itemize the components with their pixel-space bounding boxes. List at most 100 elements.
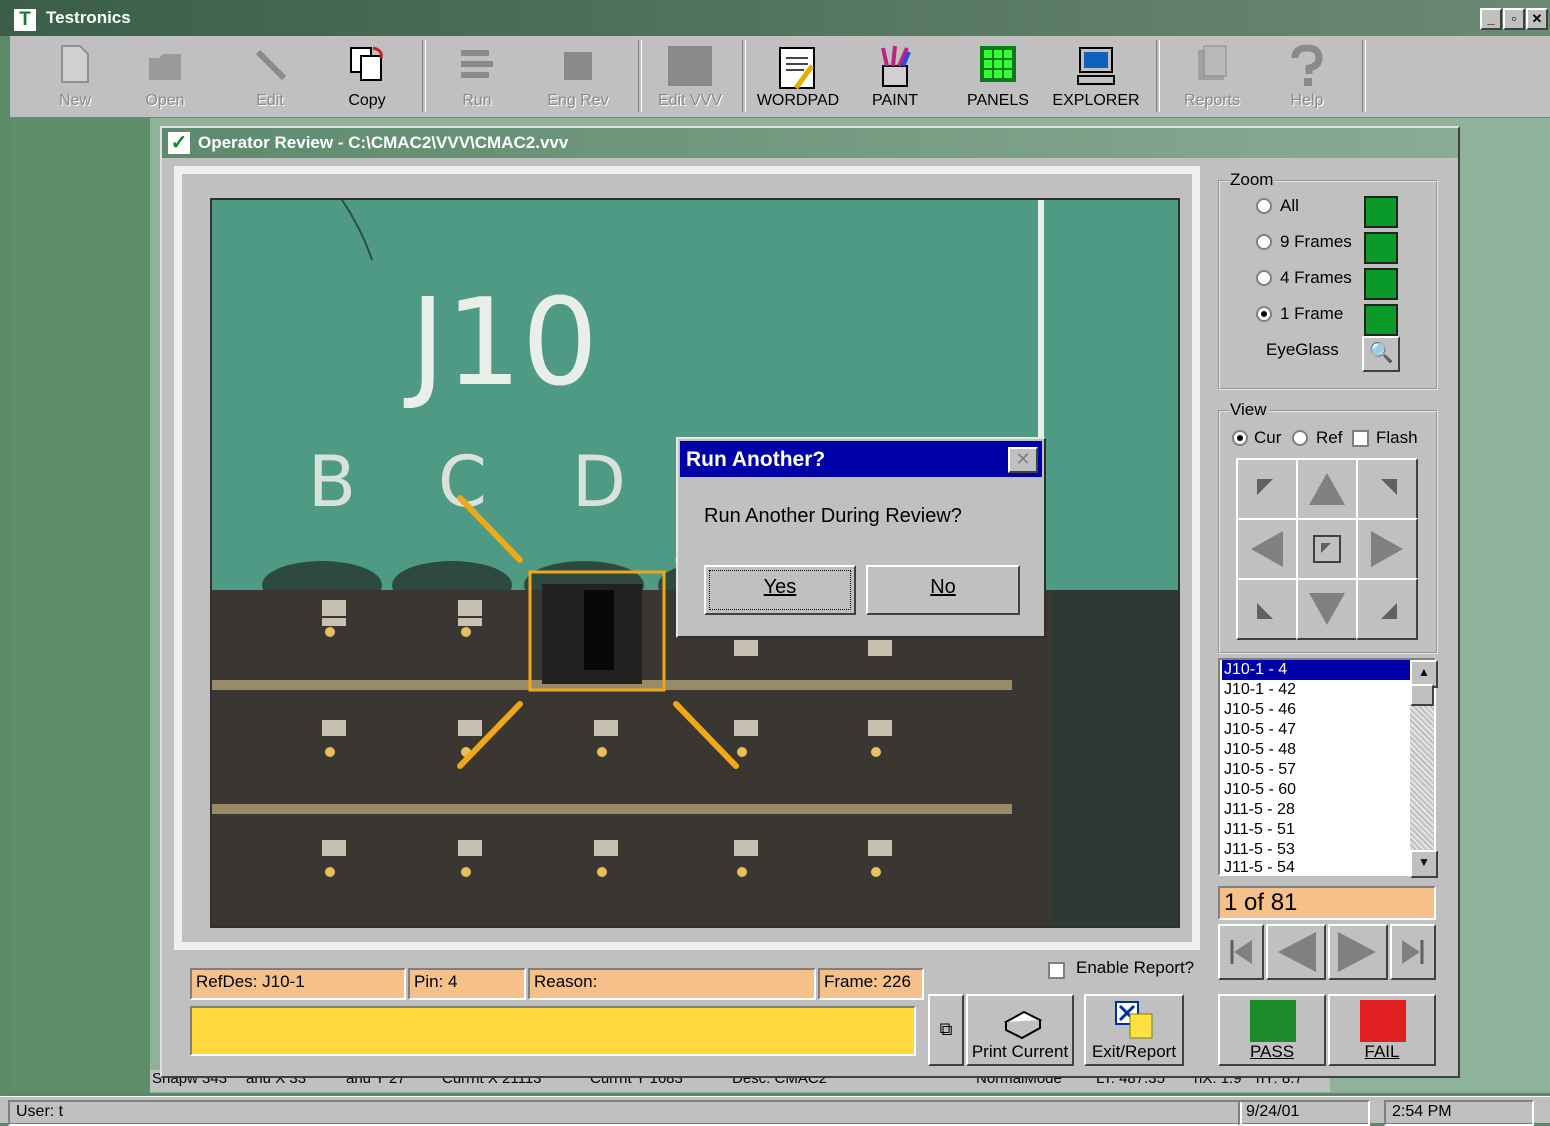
view-cur-radio[interactable] [1232, 430, 1248, 446]
new-button[interactable]: New [40, 36, 110, 116]
edit-button[interactable]: Edit [235, 36, 305, 116]
exit-report-icon [1115, 1001, 1153, 1039]
wordpad-icon [779, 47, 815, 90]
list-item[interactable]: J10-1 - 4 [1222, 660, 1412, 680]
dialog-message: Run Another During Review? [704, 505, 962, 527]
list-item[interactable]: J10-5 - 48 [1222, 740, 1412, 760]
pass-button[interactable]: PASS [1218, 994, 1326, 1066]
pan-down-button[interactable] [1296, 578, 1358, 640]
eng-rev-icon [564, 52, 592, 80]
last-record-button[interactable] [1390, 924, 1436, 980]
zoom-1-frame-label: 1 Frame [1280, 304, 1344, 323]
first-record-button[interactable] [1218, 924, 1264, 980]
checkmark-icon: ✓ [168, 132, 190, 154]
dialog-title-bar: Run Another? ✕ [680, 441, 1042, 477]
zoom-group: Zoom All 9 Frames 4 Frames 1 Frame EyeGl… [1218, 170, 1438, 390]
pan-left-button[interactable] [1236, 518, 1298, 580]
review-title: Operator Review - C:\CMAC2\VVV\CMAC2.vvv [198, 133, 569, 152]
zoom-4-frames-icon[interactable] [1364, 268, 1398, 300]
refdes-field: RefDes: J10-1 [190, 968, 406, 1000]
status-user: User: t [8, 1100, 1242, 1126]
zoom-all-radio[interactable] [1256, 198, 1272, 214]
next-record-button[interactable] [1328, 924, 1388, 980]
list-item[interactable]: J10-5 - 60 [1222, 780, 1412, 800]
pan-right-button[interactable] [1356, 518, 1418, 580]
print-current-button[interactable]: Print Current [966, 994, 1074, 1066]
panels-icon [980, 46, 1016, 82]
pan-up-left-button[interactable] [1236, 458, 1298, 520]
no-button[interactable]: No [866, 565, 1020, 615]
comment-input[interactable] [190, 1006, 916, 1056]
zoom-all-icon[interactable] [1364, 196, 1398, 228]
arrow-down-left-icon [1257, 603, 1273, 619]
exit-report-button[interactable]: Exit/Report [1084, 994, 1184, 1066]
run-icon [461, 50, 493, 78]
list-scrollbar[interactable]: ▲ ▼ [1410, 660, 1438, 878]
zoom-1-frame-radio[interactable] [1256, 306, 1272, 322]
pan-up-right-button[interactable] [1356, 458, 1418, 520]
dialog-close-icon[interactable]: ✕ [1008, 447, 1038, 473]
eyeglass-icon[interactable]: 🔍 [1362, 336, 1400, 372]
zoom-1-frame-icon[interactable] [1364, 304, 1398, 336]
list-item[interactable]: J10-5 - 57 [1222, 760, 1412, 780]
edit-wand-icon [255, 49, 287, 81]
list-item[interactable]: J10-1 - 42 [1222, 680, 1412, 700]
list-item[interactable]: J10-5 - 46 [1222, 700, 1412, 720]
eyeglass-label: EyeGlass [1266, 340, 1339, 359]
fail-button[interactable]: FAIL [1328, 994, 1436, 1066]
flash-label: Flash [1376, 428, 1418, 447]
reports-icon [1198, 45, 1227, 80]
pan-center-button[interactable] [1296, 518, 1358, 580]
run-another-dialog: Run Another? ✕ Run Another During Review… [676, 437, 1046, 638]
paint-button[interactable]: PAINT [860, 36, 930, 116]
panels-button[interactable]: PANELS [958, 36, 1038, 116]
zoom-9-frames-label: 9 Frames [1280, 232, 1352, 251]
app-title: Testronics [46, 8, 131, 27]
flash-checkbox[interactable] [1352, 430, 1369, 447]
zoom-9-frames-icon[interactable] [1364, 232, 1398, 264]
edit-vvv-button[interactable]: Edit VVV [650, 36, 730, 116]
list-item[interactable]: J11-5 - 54 [1222, 858, 1412, 878]
open-folder-icon [149, 54, 181, 80]
pin-list[interactable]: J10-1 - 4 J10-1 - 42 J10-5 - 46 J10-5 - … [1218, 658, 1438, 878]
close-button[interactable]: ✕ [1526, 8, 1548, 30]
wordpad-button[interactable]: WORDPAD [752, 36, 844, 116]
list-item[interactable]: J11-5 - 51 [1222, 820, 1412, 840]
list-item[interactable]: J11-5 - 53 [1222, 840, 1412, 860]
zoom-4-frames-radio[interactable] [1256, 270, 1272, 286]
explorer-button[interactable]: EXPLORER [1046, 36, 1146, 116]
eng-rev-button[interactable]: Eng Rev [538, 36, 618, 116]
minimize-button[interactable]: _ [1480, 8, 1502, 30]
yes-button[interactable]: Yes [704, 565, 856, 615]
copy-button[interactable]: Copy [332, 36, 402, 116]
scroll-thumb[interactable] [1410, 684, 1434, 706]
copy-small-icon[interactable]: ⧉ [928, 994, 964, 1066]
enable-report-checkbox[interactable] [1048, 962, 1065, 979]
zoom-9-frames-radio[interactable] [1256, 234, 1272, 250]
last-icon [1402, 940, 1424, 964]
pan-down-right-button[interactable] [1356, 578, 1418, 640]
view-ref-radio[interactable] [1292, 430, 1308, 446]
previous-icon [1278, 932, 1316, 972]
help-button[interactable]: Help [1272, 36, 1342, 116]
zoom-all-label: All [1280, 196, 1299, 215]
list-item[interactable]: J11-5 - 28 [1222, 800, 1412, 820]
pan-down-left-button[interactable] [1236, 578, 1298, 640]
arrow-down-icon [1309, 593, 1345, 625]
pan-up-button[interactable] [1296, 458, 1358, 520]
desktop-left-panel [10, 118, 150, 1093]
reports-button[interactable]: Reports [1172, 36, 1252, 116]
record-counter: 1 of 81 [1218, 886, 1436, 920]
run-button[interactable]: Run [442, 36, 512, 116]
toolbar: New Open Edit Copy Run Eng Rev Edit VVV … [10, 36, 1550, 118]
status-time: 2:54 PM [1384, 1100, 1534, 1126]
maximize-button[interactable]: ▫ [1503, 8, 1525, 30]
board-label-c: C [438, 441, 487, 523]
explorer-icon [1077, 47, 1115, 85]
open-button[interactable]: Open [130, 36, 200, 116]
enable-report-label: Enable Report? [1076, 958, 1195, 977]
previous-record-button[interactable] [1266, 924, 1326, 980]
list-item[interactable]: J10-5 - 47 [1222, 720, 1412, 740]
view-label: View [1228, 400, 1269, 420]
scroll-down-icon[interactable]: ▼ [1410, 850, 1438, 878]
